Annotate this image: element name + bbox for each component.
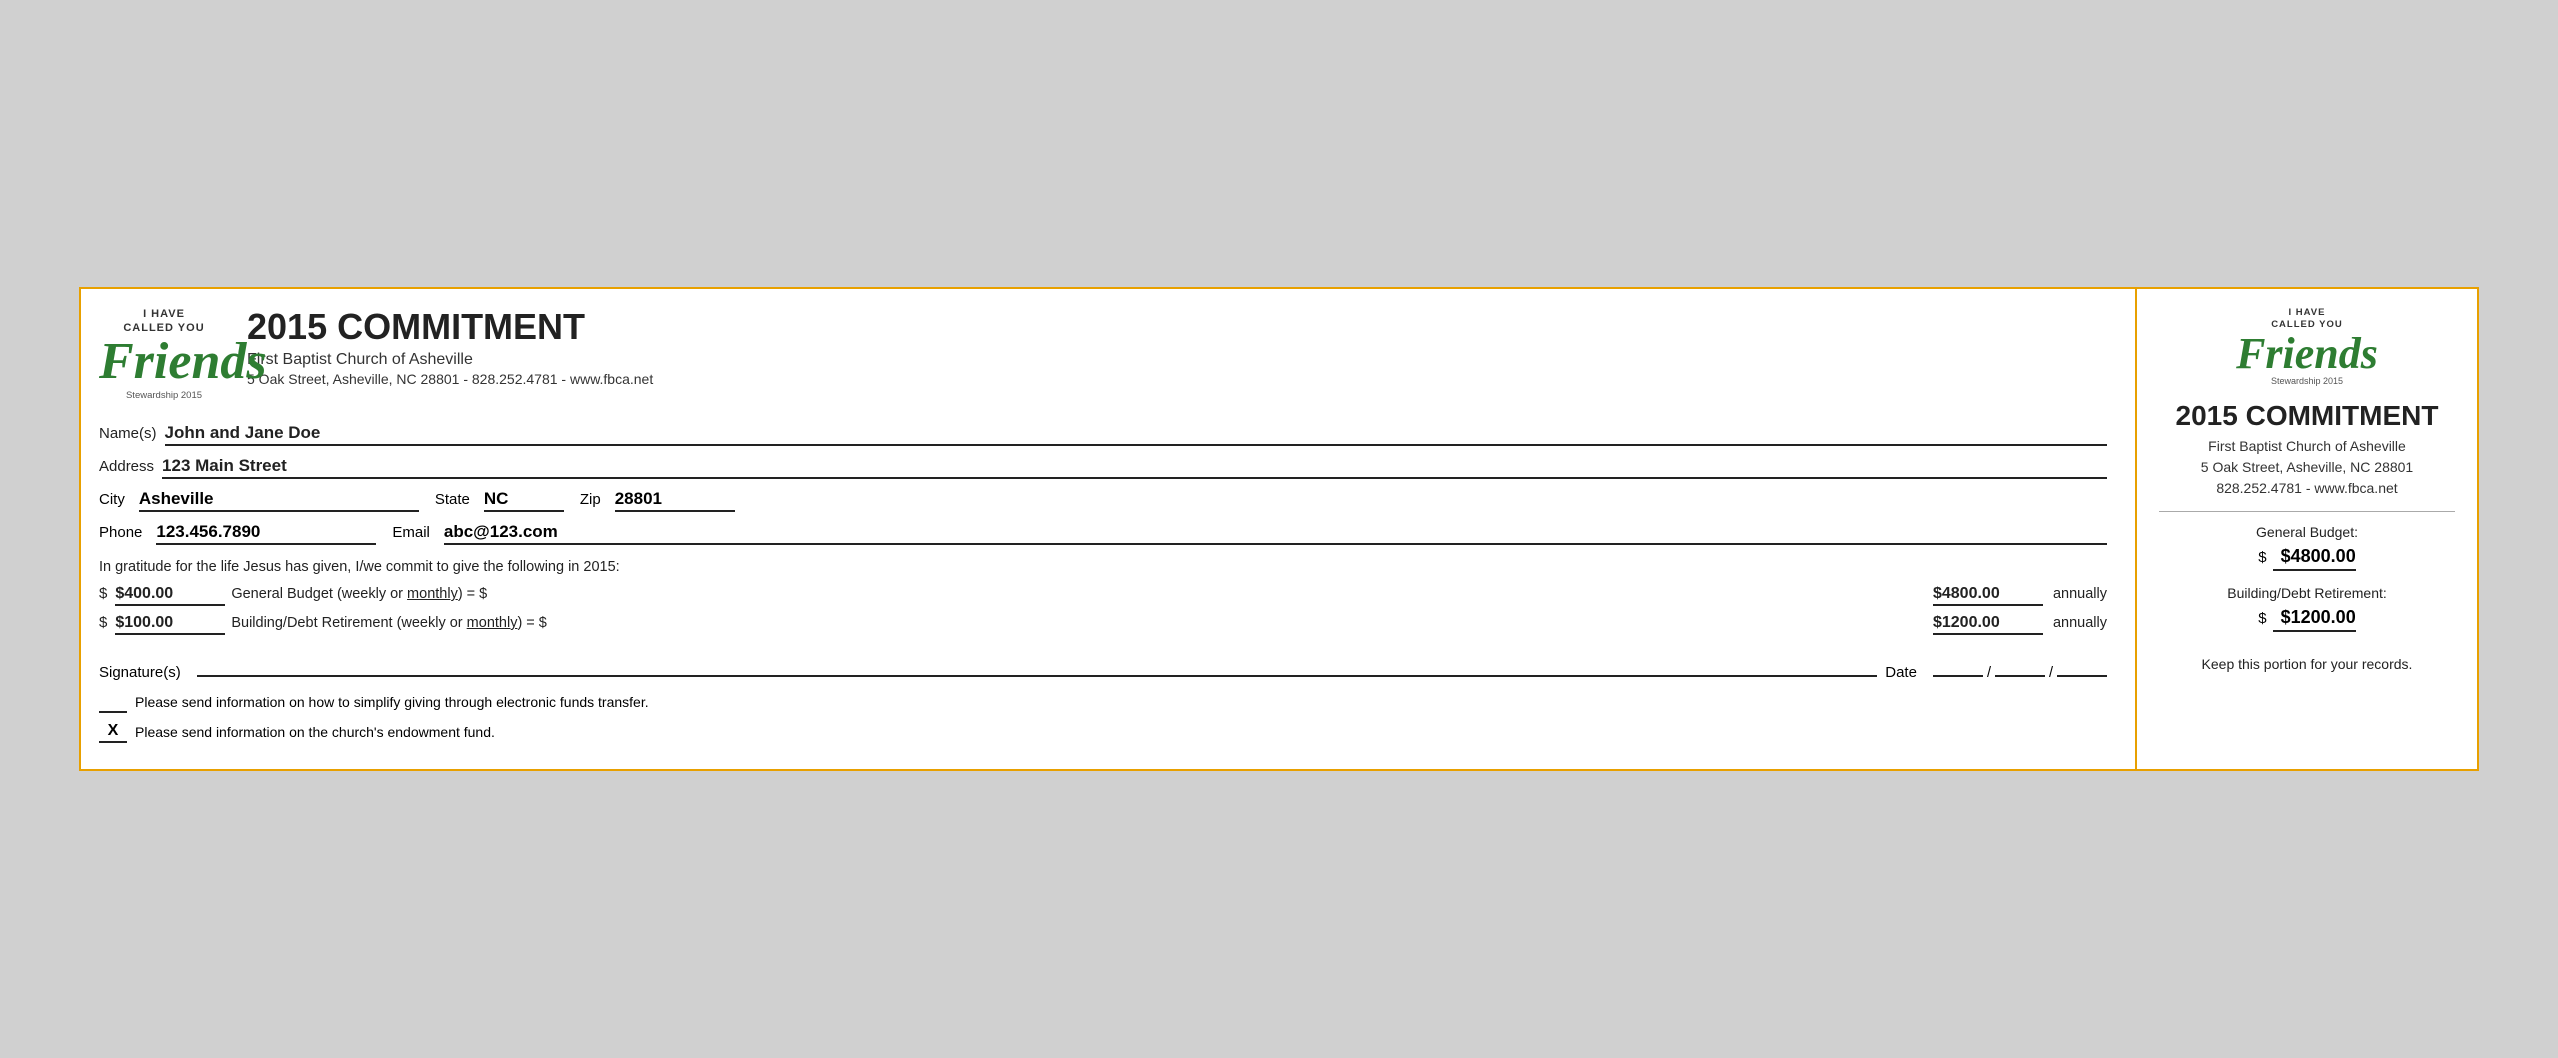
general-dollar-sign: $ (99, 585, 107, 602)
logo-friends: Friends (99, 336, 229, 388)
main-section: I HAVE CALLED YOU Friends Stewardship 20… (81, 289, 2137, 769)
building-debt-desc: Building/Debt Retirement (weekly or mont… (231, 615, 1923, 631)
name-label: Name(s) (99, 425, 157, 442)
stub-general-row: $ $4800.00 (2258, 546, 2355, 571)
date-day-line (1995, 657, 2045, 677)
stub-logo-top: I HAVE CALLED YOU (2236, 307, 2378, 332)
stub-divider (2159, 511, 2455, 512)
state-group: State NC (435, 489, 564, 512)
email-label: Email (392, 524, 430, 541)
endowment-text: Please send information on the church's … (135, 724, 495, 740)
stub-general-label: General Budget: (2256, 524, 2358, 540)
date-label: Date (1885, 664, 1917, 681)
eft-text: Please send information on how to simpli… (135, 694, 649, 710)
building-debt-row: $ $100.00 Building/Debt Retirement (week… (99, 614, 2107, 635)
name-row: Name(s) John and Jane Doe (99, 423, 2107, 446)
phone-group: Phone 123.456.7890 (99, 522, 376, 545)
general-annually: annually (2053, 586, 2107, 602)
date-month-line (1933, 657, 1983, 677)
signature-label: Signature(s) (99, 664, 181, 681)
header: I HAVE CALLED YOU Friends Stewardship 20… (99, 307, 2107, 407)
header-info: 2015 COMMITMENT First Baptist Church of … (247, 307, 2107, 387)
email-value: abc@123.com (444, 522, 2107, 545)
date-part: / / (1933, 657, 2107, 681)
phone-label: Phone (99, 524, 142, 541)
building-annual-amount: $1200.00 (1933, 614, 2043, 635)
zip-value: 28801 (615, 489, 735, 512)
stub-building-label: Building/Debt Retirement: (2227, 585, 2387, 601)
zip-label: Zip (580, 491, 601, 508)
email-group: Email abc@123.com (392, 522, 2107, 545)
city-group: City Asheville (99, 489, 419, 512)
logo-stewardship: Stewardship 2015 (99, 390, 229, 401)
header-church: First Baptist Church of Asheville (247, 351, 2107, 369)
stub-general-value: $4800.00 (2273, 546, 2356, 571)
logo-top-text: I HAVE CALLED YOU (99, 307, 229, 336)
stub-general-dollar: $ (2258, 549, 2266, 566)
date-slash2: / (2049, 665, 2053, 681)
building-weekly-amount: $100.00 (115, 614, 225, 635)
stub-building-dollar: $ (2258, 610, 2266, 627)
stub-footer: Keep this portion for your records. (2202, 656, 2413, 672)
address-row: Address 123 Main Street (99, 456, 2107, 479)
signature-line (197, 657, 1878, 677)
general-weekly-amount: $400.00 (115, 585, 225, 606)
stub-section: I HAVE CALLED YOU Friends Stewardship 20… (2137, 289, 2477, 769)
stub-title: 2015 COMMITMENT (2176, 400, 2439, 432)
logo-area: I HAVE CALLED YOU Friends Stewardship 20… (99, 307, 229, 407)
general-monthly-underline: monthly (407, 586, 458, 602)
stub-logo-friends: Friends (2236, 332, 2378, 376)
building-dollar-sign: $ (99, 614, 107, 631)
name-value: John and Jane Doe (165, 423, 2107, 446)
eft-checkbox[interactable] (99, 691, 127, 713)
building-monthly-underline: monthly (467, 615, 518, 631)
endowment-checkbox[interactable]: X (99, 721, 127, 743)
commitment-intro: In gratitude for the life Jesus has give… (99, 559, 2107, 575)
endowment-row: X Please send information on the church'… (99, 721, 2107, 743)
signature-section: Signature(s) Date / / Please send inform… (99, 657, 2107, 743)
city-state-zip-row: City Asheville State NC Zip 28801 (99, 489, 2107, 512)
address-value: 123 Main Street (162, 456, 2107, 479)
date-slash1: / (1987, 665, 1991, 681)
form-section: Name(s) John and Jane Doe Address 123 Ma… (99, 423, 2107, 545)
eft-row: Please send information on how to simpli… (99, 691, 2107, 713)
stub-building-row: $ $1200.00 (2258, 607, 2355, 632)
page-wrapper: I HAVE CALLED YOU Friends Stewardship 20… (79, 287, 2479, 771)
building-annually: annually (2053, 615, 2107, 631)
state-value: NC (484, 489, 564, 512)
header-address: 5 Oak Street, Asheville, NC 28801 - 828.… (247, 371, 2107, 387)
signature-row: Signature(s) Date / / (99, 657, 2107, 681)
phone-email-row: Phone 123.456.7890 Email abc@123.com (99, 522, 2107, 545)
city-label: City (99, 491, 125, 508)
stub-building-value: $1200.00 (2273, 607, 2356, 632)
address-label: Address (99, 458, 154, 475)
general-budget-desc: General Budget (weekly or monthly) = $ (231, 586, 1923, 602)
stub-logo-area: I HAVE CALLED YOU Friends Stewardship 20… (2236, 307, 2378, 386)
state-label: State (435, 491, 470, 508)
zip-group: Zip 28801 (580, 489, 735, 512)
stub-church: First Baptist Church of Asheville 5 Oak … (2201, 436, 2413, 499)
general-budget-row: $ $400.00 General Budget (weekly or mont… (99, 585, 2107, 606)
date-year-line (2057, 657, 2107, 677)
header-title: 2015 COMMITMENT (247, 307, 2107, 347)
city-value: Asheville (139, 489, 419, 512)
phone-value: 123.456.7890 (156, 522, 376, 545)
general-annual-amount: $4800.00 (1933, 585, 2043, 606)
